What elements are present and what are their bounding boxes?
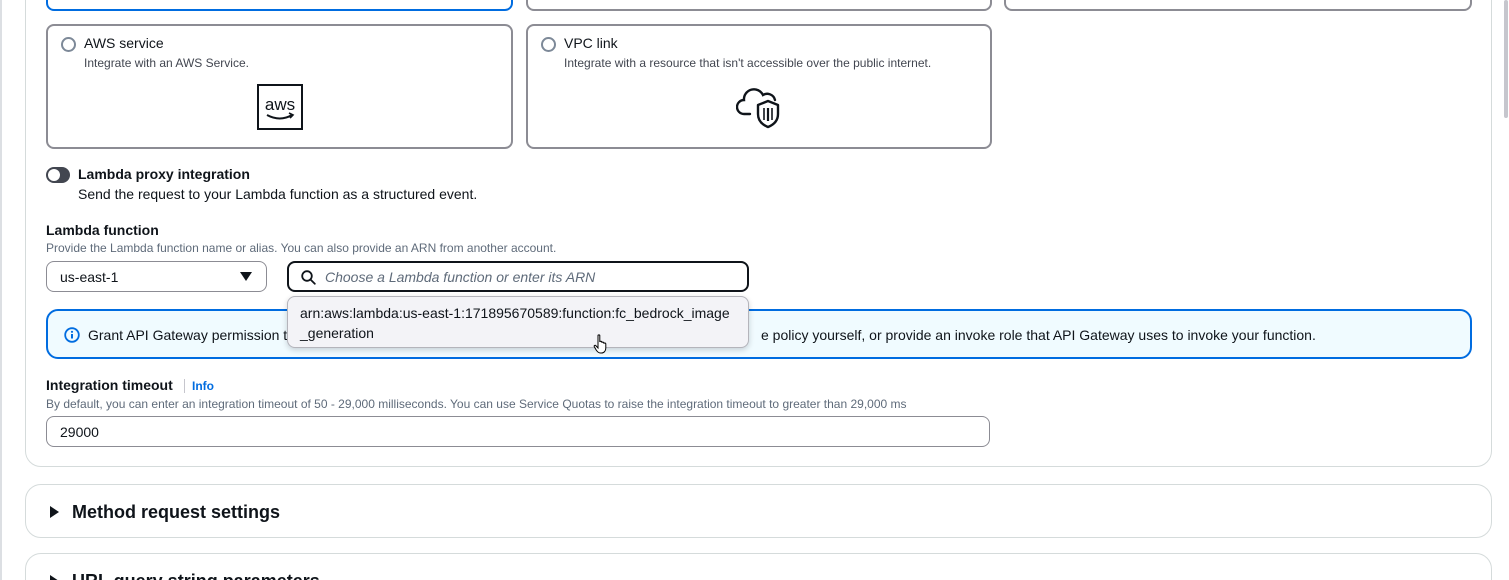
- url-query-string-title: URL query string parameters: [72, 571, 320, 580]
- tile-http-partial[interactable]: [526, 0, 992, 11]
- alert-text-start: Grant API Gateway permission t: [88, 327, 288, 343]
- region-select-value: us-east-1: [60, 269, 119, 285]
- caret-right-icon: [50, 575, 59, 580]
- lambda-function-description: Provide the Lambda function name or alia…: [46, 241, 557, 255]
- caret-down-icon: [240, 272, 252, 281]
- lambda-proxy-label: Lambda proxy integration: [78, 166, 250, 182]
- tile-aws-service[interactable]: AWS service Integrate with an AWS Servic…: [46, 24, 513, 149]
- integration-timeout-description: By default, you can enter an integration…: [46, 397, 907, 411]
- scrollbar[interactable]: [1501, 0, 1509, 580]
- aws-service-title: AWS service: [84, 35, 164, 51]
- svg-text:aws: aws: [265, 95, 295, 114]
- aws-service-description: Integrate with an AWS Service.: [84, 56, 249, 70]
- lambda-function-dropdown[interactable]: arn:aws:lambda:us-east-1:171895670589:fu…: [287, 296, 749, 348]
- vpc-link-description: Integrate with a resource that isn't acc…: [564, 56, 932, 70]
- permission-alert: Grant API Gateway permission t e policy …: [46, 309, 1472, 359]
- caret-right-icon: [50, 506, 59, 518]
- vpc-link-title: VPC link: [564, 35, 618, 51]
- lambda-proxy-toggle[interactable]: [46, 167, 70, 183]
- tile-mock-partial[interactable]: [1004, 0, 1472, 11]
- integration-timeout-input[interactable]: 29000: [46, 416, 990, 447]
- region-select[interactable]: us-east-1: [46, 261, 267, 292]
- dropdown-option[interactable]: arn:aws:lambda:us-east-1:171895670589:fu…: [300, 303, 730, 343]
- hand-cursor-icon: [593, 334, 609, 359]
- lambda-function-search[interactable]: Choose a Lambda function or enter its AR…: [287, 261, 749, 292]
- vpc-link-radio[interactable]: [541, 37, 556, 52]
- search-icon: [301, 270, 316, 290]
- cloud-shield-icon: [735, 84, 786, 135]
- page: AWS service Integrate with an AWS Servic…: [0, 0, 1509, 580]
- label-separator: [184, 379, 185, 393]
- left-edge: [0, 0, 2, 580]
- tile-lambda-function-partial[interactable]: [46, 0, 513, 11]
- integration-timeout-value: 29000: [60, 424, 99, 440]
- aws-service-radio[interactable]: [61, 37, 76, 52]
- alert-text-end: e policy yourself, or provide an invoke …: [761, 327, 1316, 343]
- info-icon: [64, 327, 80, 348]
- scrollbar-thumb[interactable]: [1504, 0, 1508, 118]
- url-query-string-section[interactable]: URL query string parameters: [25, 553, 1492, 580]
- integration-timeout-label: Integration timeout: [46, 377, 173, 393]
- method-request-settings-section[interactable]: Method request settings: [25, 484, 1492, 538]
- method-request-settings-title: Method request settings: [72, 502, 281, 522]
- search-placeholder: Choose a Lambda function or enter its AR…: [325, 269, 596, 285]
- lambda-proxy-description: Send the request to your Lambda function…: [78, 186, 478, 202]
- tile-vpc-link[interactable]: VPC link Integrate with a resource that …: [526, 24, 992, 149]
- lambda-function-label: Lambda function: [46, 222, 159, 238]
- aws-logo-icon: aws: [257, 84, 303, 135]
- info-link[interactable]: Info: [192, 379, 214, 393]
